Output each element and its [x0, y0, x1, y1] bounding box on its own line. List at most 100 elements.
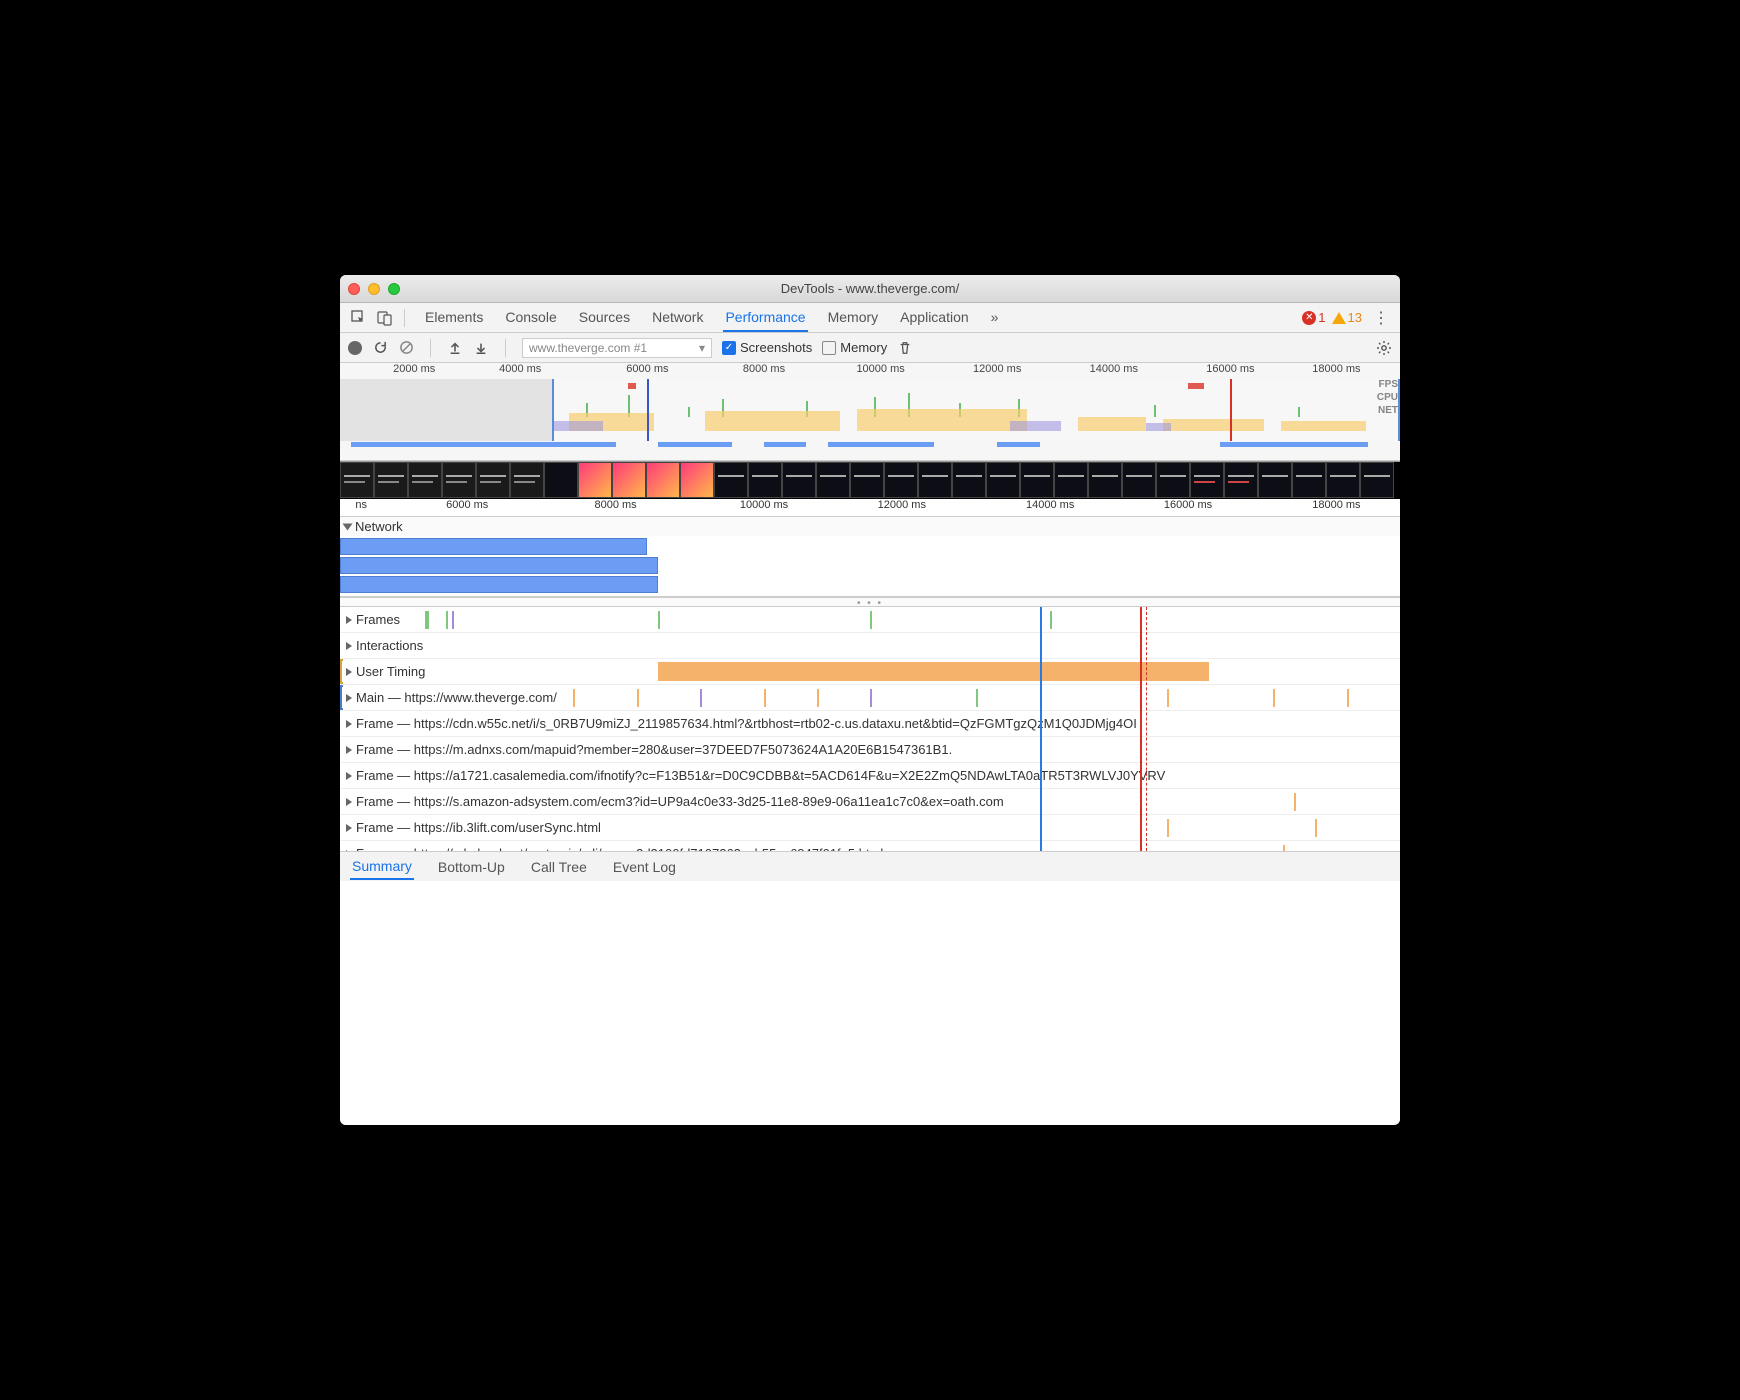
tabs-overflow[interactable]: » [989, 304, 1001, 332]
network-bar[interactable] [340, 538, 647, 555]
film-thumb[interactable] [1190, 462, 1224, 498]
tab-sources[interactable]: Sources [577, 304, 632, 332]
film-thumb[interactable] [1224, 462, 1258, 498]
track-interactions[interactable]: Interactions [340, 633, 1400, 659]
film-thumb[interactable] [1326, 462, 1360, 498]
film-thumb[interactable] [646, 462, 680, 498]
tab-application[interactable]: Application [898, 304, 971, 332]
disclose-icon [343, 523, 353, 530]
recording-selector[interactable]: www.theverge.com #1 ▾ [522, 338, 712, 358]
film-thumb[interactable] [850, 462, 884, 498]
ruler-tick: 12000 ms [878, 499, 926, 511]
film-thumb[interactable] [510, 462, 544, 498]
flame-chart[interactable]: Frames Interactions User Timing Main — h… [340, 607, 1400, 851]
network-header[interactable]: Network [340, 517, 1400, 536]
film-thumb[interactable] [816, 462, 850, 498]
device-toggle-icon[interactable] [376, 309, 394, 327]
film-thumb[interactable] [1360, 462, 1394, 498]
record-button[interactable] [348, 341, 362, 355]
detail-ruler[interactable]: ns 6000 ms 8000 ms 10000 ms 12000 ms 140… [340, 499, 1400, 517]
network-bar[interactable] [340, 557, 658, 574]
gear-icon[interactable] [1376, 340, 1392, 356]
panel-tabs: Elements Console Sources Network Perform… [423, 304, 1000, 332]
film-thumb[interactable] [1258, 462, 1292, 498]
btab-bottom-up[interactable]: Bottom-Up [436, 855, 507, 879]
tab-elements[interactable]: Elements [423, 304, 485, 332]
film-thumb[interactable] [714, 462, 748, 498]
memory-checkbox[interactable]: Memory [822, 340, 887, 355]
track-frame-row[interactable]: Frame — https://cdn.krxd.net/partnerjs/x… [340, 841, 1400, 851]
tab-network[interactable]: Network [650, 304, 705, 332]
film-thumb[interactable] [1020, 462, 1054, 498]
track-frame-row[interactable]: Frame — https://s.amazon-adsystem.com/ec… [340, 789, 1400, 815]
track-frame-row[interactable]: Frame — https://a1721.casalemedia.com/if… [340, 763, 1400, 789]
film-thumb[interactable] [986, 462, 1020, 498]
ov-tick: 2000 ms [393, 363, 435, 375]
track-frame-row[interactable]: Frame — https://cdn.w55c.net/i/s_0RB7U9m… [340, 711, 1400, 737]
more-menu-icon[interactable]: ⋮ [1372, 309, 1390, 327]
track-frames[interactable]: Frames [340, 607, 1400, 633]
track-user-timing[interactable]: User Timing [340, 659, 1400, 685]
btab-call-tree[interactable]: Call Tree [529, 855, 589, 879]
tab-console[interactable]: Console [503, 304, 558, 332]
window-title: DevTools - www.theverge.com/ [340, 281, 1400, 296]
warning-count[interactable]: 13 [1332, 310, 1362, 325]
film-thumb[interactable] [1054, 462, 1088, 498]
frame-label: Frame — https://cdn.krxd.net/partnerjs/x… [356, 846, 883, 851]
film-thumb[interactable] [748, 462, 782, 498]
film-thumb[interactable] [476, 462, 510, 498]
track-frame-row[interactable]: Frame — https://m.adnxs.com/mapuid?membe… [340, 737, 1400, 763]
film-thumb[interactable] [952, 462, 986, 498]
memory-label: Memory [840, 340, 887, 355]
screenshots-label: Screenshots [740, 340, 812, 355]
reload-icon[interactable] [372, 340, 388, 356]
perf-toolbar: www.theverge.com #1 ▾ ✓ Screenshots Memo… [340, 333, 1400, 363]
ov-tick: 4000 ms [499, 363, 541, 375]
disclose-icon [346, 694, 352, 702]
tab-performance[interactable]: Performance [723, 304, 807, 332]
btab-event-log[interactable]: Event Log [611, 855, 678, 879]
film-thumb[interactable] [442, 462, 476, 498]
film-thumb[interactable] [340, 462, 374, 498]
screenshots-checkbox[interactable]: ✓ Screenshots [722, 340, 812, 355]
film-thumb[interactable] [884, 462, 918, 498]
film-thumb[interactable] [1292, 462, 1326, 498]
film-thumb[interactable] [612, 462, 646, 498]
trash-icon[interactable] [897, 340, 913, 356]
film-thumb[interactable] [680, 462, 714, 498]
tab-memory[interactable]: Memory [826, 304, 881, 332]
film-thumb[interactable] [1122, 462, 1156, 498]
overview-selection[interactable] [552, 379, 1400, 441]
overview-timeline[interactable]: 2000 ms 4000 ms 6000 ms 8000 ms 10000 ms… [340, 363, 1400, 461]
disclose-icon [346, 720, 352, 728]
film-thumb[interactable] [374, 462, 408, 498]
ruler-tick: 10000 ms [740, 499, 788, 511]
ruler-tick: 8000 ms [594, 499, 636, 511]
inspect-element-icon[interactable] [350, 309, 368, 327]
track-main[interactable]: Main — https://www.theverge.com/ [340, 685, 1400, 711]
ov-tick: 14000 ms [1090, 363, 1138, 375]
film-thumb[interactable] [1156, 462, 1190, 498]
film-thumb[interactable] [408, 462, 442, 498]
disclose-icon [346, 798, 352, 806]
clear-icon[interactable] [398, 340, 414, 356]
user-timing-bar[interactable] [658, 662, 1209, 681]
film-thumb[interactable] [918, 462, 952, 498]
error-count[interactable]: ✕1 [1302, 310, 1325, 325]
film-thumb[interactable] [544, 462, 578, 498]
track-label: Frames [356, 612, 400, 627]
disclose-icon [346, 642, 352, 650]
film-thumb[interactable] [578, 462, 612, 498]
network-rows[interactable] [340, 536, 1400, 596]
btab-summary[interactable]: Summary [350, 854, 414, 880]
screenshot-filmstrip[interactable] [340, 461, 1400, 499]
resize-handle[interactable]: • • • [340, 597, 1400, 607]
film-thumb[interactable] [782, 462, 816, 498]
film-thumb[interactable] [1088, 462, 1122, 498]
track-frame-row[interactable]: Frame — https://ib.3lift.com/userSync.ht… [340, 815, 1400, 841]
network-bar[interactable] [340, 576, 658, 593]
upload-icon[interactable] [447, 340, 463, 356]
download-icon[interactable] [473, 340, 489, 356]
ov-tick: 10000 ms [856, 363, 904, 375]
disclose-icon [346, 668, 352, 676]
